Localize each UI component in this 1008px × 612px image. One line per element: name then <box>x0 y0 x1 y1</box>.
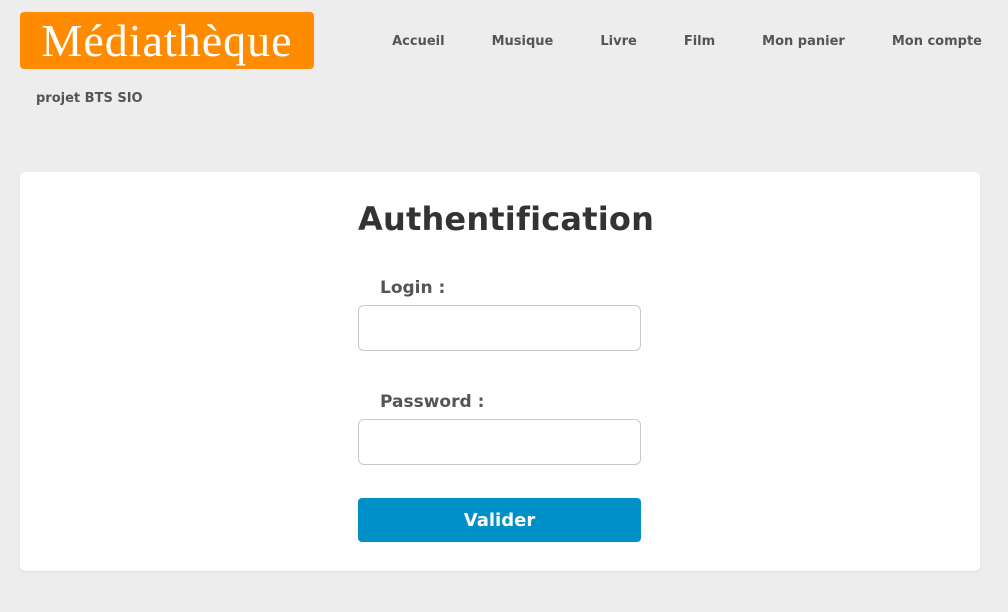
nav-item-accueil[interactable]: Accueil <box>392 34 444 50</box>
login-input[interactable] <box>358 305 641 351</box>
login-label: Login : <box>380 278 446 298</box>
nav-item-film[interactable]: Film <box>684 34 715 50</box>
nav-item-mon-panier[interactable]: Mon panier <box>762 34 845 50</box>
password-input[interactable] <box>358 419 641 465</box>
nav-item-livre[interactable]: Livre <box>600 34 636 50</box>
nav-item-mon-compte[interactable]: Mon compte <box>892 34 982 50</box>
site-logo[interactable]: Médiathèque <box>20 12 314 69</box>
auth-panel: Authentification Login : Password : Vali… <box>20 172 980 571</box>
submit-button[interactable]: Valider <box>358 498 641 542</box>
main-nav: Accueil Musique Livre Film Mon panier Mo… <box>392 34 982 50</box>
nav-item-musique[interactable]: Musique <box>492 34 554 50</box>
password-label: Password : <box>380 392 485 412</box>
site-tagline: projet BTS SIO <box>36 91 143 106</box>
page-title: Authentification <box>358 200 655 238</box>
